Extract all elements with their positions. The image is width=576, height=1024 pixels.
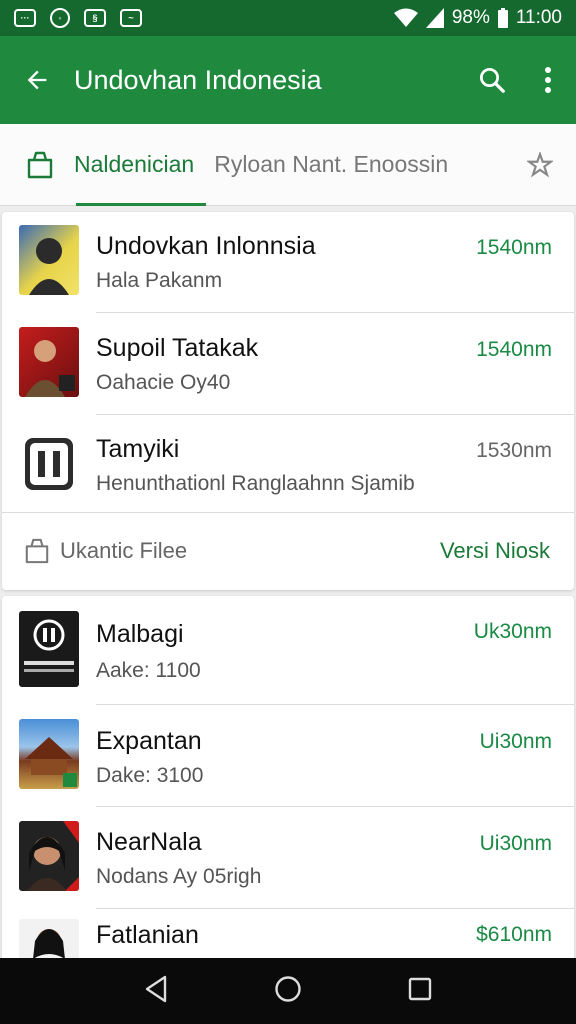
pause-icon [19, 429, 79, 499]
nav-back-button[interactable] [143, 975, 169, 1008]
search-button[interactable] [464, 65, 520, 95]
item-price: 1530nm [476, 439, 552, 462]
item-title: Malbagi [96, 620, 184, 648]
item-subtitle: Henunthationl Ranglaahnn Sjamib [96, 472, 415, 495]
back-button[interactable] [0, 66, 74, 94]
item-title: NearNala [96, 828, 202, 856]
battery-icon [497, 8, 508, 28]
item-subtitle: Oahacie Oy40 [96, 371, 231, 394]
footer-link[interactable]: Versi Niosk [440, 538, 550, 564]
item-title: Undovkan Inlonnsia [96, 232, 316, 260]
signal-icon [425, 8, 444, 28]
item-subtitle: Aake: 1100 [96, 659, 201, 682]
item-subtitle: Hala Pakanm [96, 269, 223, 292]
list-item[interactable]: Tamyiki Henunthationl Ranglaahnn Sjamib … [2, 415, 574, 512]
overflow-menu-button[interactable] [520, 67, 576, 93]
bag-icon [27, 151, 53, 178]
tab-active[interactable]: Naldenician [0, 124, 207, 206]
item-title: Expantan [96, 727, 202, 755]
star-icon [527, 151, 553, 177]
card-footer: Ukantic Filee Versi Niosk [2, 512, 574, 590]
tab-active-label: Naldenician [74, 151, 195, 177]
arrow-back-icon [27, 70, 47, 90]
list-item[interactable]: Malbagi Aake: 1100 Uk30nm [2, 596, 574, 704]
search-icon [480, 68, 505, 93]
item-price: 1540nm [476, 236, 552, 259]
item-title: Supoil Tatakak [96, 334, 259, 362]
list-item[interactable]: Fatlanian $610nm [2, 909, 574, 958]
item-title: Fatlanian [96, 921, 199, 949]
triangle-back-icon [145, 975, 166, 1002]
tab-bar: Naldenician Ryloan Nant. Enoossin [0, 124, 576, 206]
item-price: Ui30nm [479, 832, 552, 855]
download-list-card: Malbagi Aake: 1100 Uk30nm Expantan Dake:… [2, 596, 574, 958]
item-thumbnail [19, 611, 79, 687]
item-subtitle: Nodans Ay 05righ [96, 865, 262, 888]
square-recents-icon [409, 977, 432, 1000]
item-price: $610nm [476, 923, 552, 946]
item-price: Ui30nm [479, 730, 552, 753]
page-title: Undovhan Indonesia [74, 64, 322, 95]
item-subtitle: Dake: 3100 [96, 764, 204, 787]
status-bar: ··· ◦ § ~ 98% 11:00 [0, 0, 576, 36]
item-thumbnail [19, 919, 79, 958]
nav-recents-button[interactable] [407, 976, 433, 1007]
message-icon: ··· [14, 9, 36, 27]
circle-home-icon [275, 975, 301, 1002]
tab-other[interactable]: Ryloan Nant. Enoossin [214, 151, 504, 178]
list-item[interactable]: NearNala Nodans Ay 05righ Ui30nm [2, 807, 574, 908]
app-icon: § [84, 9, 106, 27]
item-title: Tamyiki [96, 435, 180, 463]
system-nav-bar [0, 958, 576, 1024]
battery-text: 98% [451, 7, 490, 28]
item-price: Uk30nm [473, 620, 552, 643]
list-item[interactable]: Undovkan Inlonnsia Hala Pakanm 1540nm [2, 212, 574, 312]
tab-indicator [76, 202, 207, 206]
image-icon: ~ [120, 9, 142, 27]
list-item[interactable]: Supoil Tatakak Oahacie Oy40 1540nm [2, 313, 574, 414]
more-vert-icon [545, 67, 551, 93]
list-item[interactable]: Expantan Dake: 3100 Ui30nm [2, 705, 574, 806]
footer-label: Ukantic Filee [60, 538, 188, 563]
pin-button[interactable] [504, 151, 576, 178]
chat-icon: ◦ [50, 8, 70, 28]
nav-home-button[interactable] [274, 975, 302, 1008]
wifi-icon [393, 8, 418, 27]
clock: 11:00 [515, 7, 562, 28]
app-bar: Undovhan Indonesia [0, 36, 576, 124]
item-thumbnail [19, 225, 79, 295]
item-thumbnail [19, 327, 79, 397]
item-thumbnail [19, 821, 79, 891]
bag-icon [25, 538, 49, 564]
item-price: 1540nm [476, 338, 552, 361]
recent-list-card: Undovkan Inlonnsia Hala Pakanm 1540nm Su… [2, 212, 574, 590]
item-thumbnail [19, 719, 79, 789]
